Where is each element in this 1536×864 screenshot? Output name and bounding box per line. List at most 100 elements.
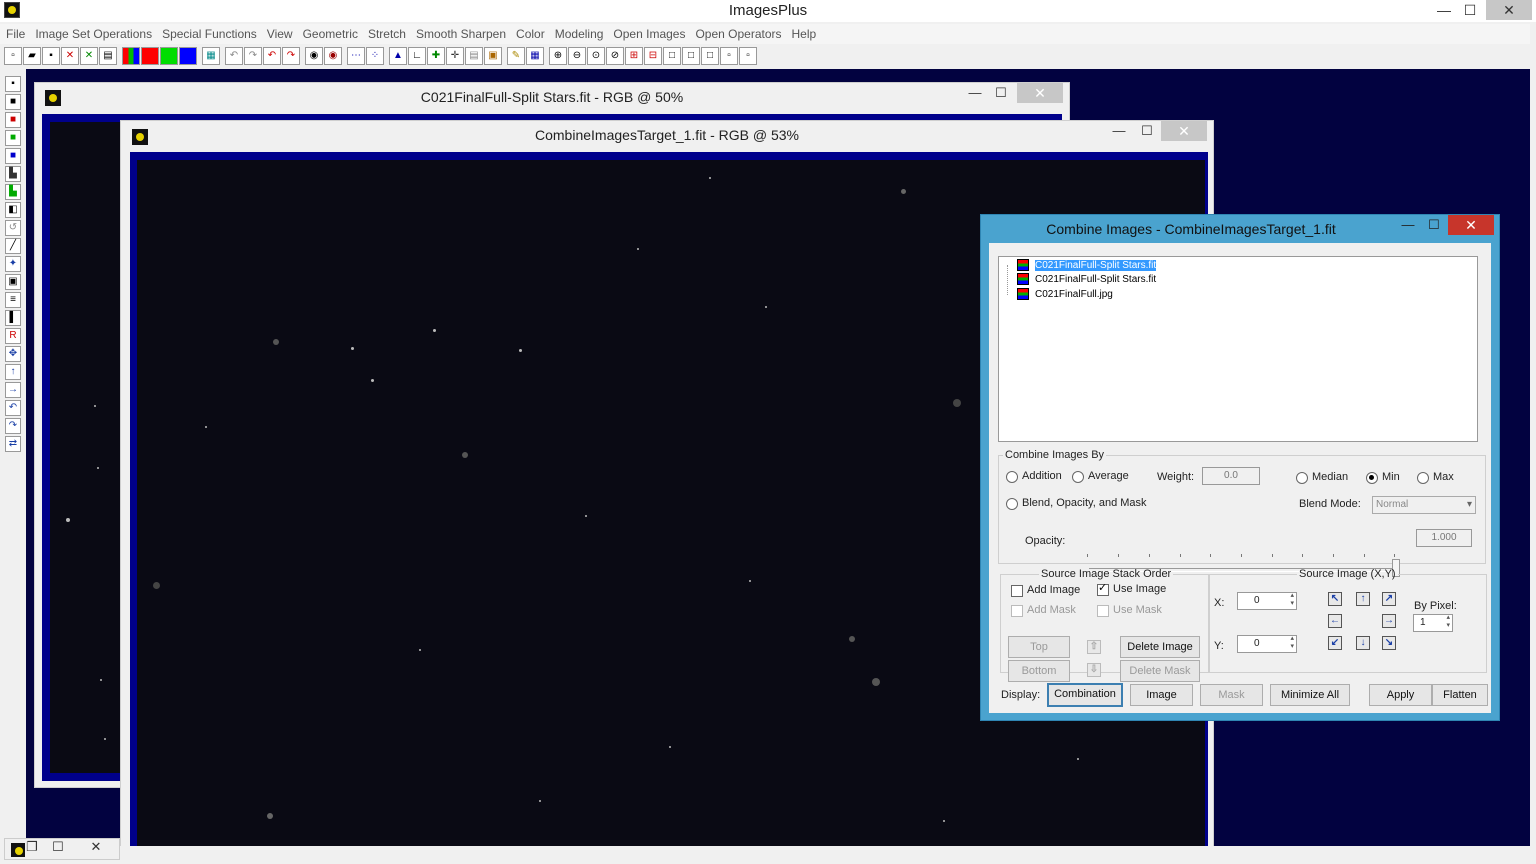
curve-icon[interactable]: ∟	[408, 47, 426, 65]
grid-view-icon[interactable]: ▦	[202, 47, 220, 65]
list-item[interactable]: C021FinalFull.jpg	[1015, 288, 1115, 301]
star-tool-icon[interactable]: ✦	[5, 256, 21, 272]
arrow-down-icon[interactable]: ↓	[1356, 636, 1370, 650]
image-list[interactable]: C021FinalFull-Split Stars.fit C021FinalF…	[998, 256, 1478, 442]
black-bar-icon[interactable]: ▌	[5, 310, 21, 326]
frame-small-icon[interactable]: □	[701, 47, 719, 65]
zoom-fit-icon[interactable]: ⊙	[587, 47, 605, 65]
min-radio[interactable]: Min	[1366, 471, 1400, 484]
close-all-icon[interactable]: ✕	[80, 47, 98, 65]
close-image-icon[interactable]: ✕	[61, 47, 79, 65]
histogram-icon[interactable]: ▲	[389, 47, 407, 65]
scatter-icon[interactable]: ⁘	[366, 47, 384, 65]
menu-image-set-operations[interactable]: Image Set Operations	[35, 24, 157, 44]
color-layers-icon[interactable]: ▙	[5, 184, 21, 200]
arrow-right-icon[interactable]: →	[5, 382, 21, 398]
use-mask-checkbox[interactable]: Use Mask	[1097, 604, 1162, 617]
weight-input[interactable]: 0.0	[1202, 467, 1260, 485]
crosshair-icon[interactable]: ✛	[446, 47, 464, 65]
top-button[interactable]: Top	[1008, 636, 1070, 658]
arrow-up-icon[interactable]: ↑	[1356, 592, 1370, 606]
flip-icon[interactable]: ⇄	[5, 436, 21, 452]
dialog-minimize-button[interactable]: —	[1398, 217, 1418, 232]
max-radio[interactable]: Max	[1417, 471, 1454, 484]
mask-red-icon[interactable]: ◉	[324, 47, 342, 65]
arrow-left-icon[interactable]: ←	[1328, 614, 1342, 628]
reset-icon[interactable]: R	[5, 328, 21, 344]
frame-medium-icon[interactable]: □	[682, 47, 700, 65]
menu-stretch[interactable]: Stretch	[368, 24, 411, 44]
table-icon[interactable]: ▤	[465, 47, 483, 65]
bw-icon[interactable]: ◧	[5, 202, 21, 218]
rgb-channels-icon[interactable]	[122, 47, 140, 65]
red-square-icon[interactable]: ■	[5, 112, 21, 128]
blend-radio[interactable]: Blend, Opacity, and Mask	[1006, 497, 1147, 510]
menu-geometric[interactable]: Geometric	[303, 24, 363, 44]
bottom-button[interactable]: Bottom	[1008, 660, 1070, 682]
line-tool-icon[interactable]: ╱	[5, 238, 21, 254]
blend-mode-select[interactable]: Normal	[1372, 496, 1476, 514]
minimize-all-button[interactable]: Minimize All	[1270, 684, 1350, 706]
save-icon[interactable]: ▪	[42, 47, 60, 65]
menu-color[interactable]: Color	[516, 24, 550, 44]
green-channel-icon[interactable]	[160, 47, 178, 65]
frame-large-icon[interactable]: □	[663, 47, 681, 65]
save-tool-icon[interactable]: ▪	[5, 76, 21, 92]
window-close-button[interactable]: ✕	[87, 839, 105, 855]
print-icon[interactable]: ▤	[99, 47, 117, 65]
window-minimize-button[interactable]: —	[1109, 123, 1129, 138]
mask-icon[interactable]: ◉	[305, 47, 323, 65]
grid-icon[interactable]: ▦	[526, 47, 544, 65]
dialog-maximize-button[interactable]: ☐	[1424, 217, 1444, 233]
window-close-button[interactable]: ✕	[1017, 83, 1063, 103]
x-spinner[interactable]: 0	[1237, 592, 1297, 610]
combine-images-dialog[interactable]: Combine Images - CombineImagesTarget_1.f…	[980, 214, 1500, 721]
add-mask-checkbox[interactable]: Add Mask	[1011, 604, 1076, 617]
zoom-actual-icon[interactable]: ⊘	[606, 47, 624, 65]
move-down-icon[interactable]: ⇩	[1087, 663, 1101, 677]
menu-view[interactable]: View	[267, 24, 298, 44]
app-maximize-button[interactable]: ☐	[1456, 0, 1484, 20]
arrow-up-left-icon[interactable]: ↖	[1328, 592, 1342, 606]
median-radio[interactable]: Median	[1296, 471, 1348, 484]
crosshair-green-icon[interactable]: ✚	[427, 47, 445, 65]
image-info-icon[interactable]: ▣	[484, 47, 502, 65]
window-close-button[interactable]: ✕	[1161, 121, 1207, 141]
arrow-right-icon[interactable]: →	[1382, 614, 1396, 628]
image-button[interactable]: Image	[1130, 684, 1193, 706]
lasso-icon[interactable]: ↺	[5, 220, 21, 236]
menu-special-functions[interactable]: Special Functions	[162, 24, 262, 44]
combination-button[interactable]: Combination	[1047, 683, 1123, 707]
mask-button[interactable]: Mask	[1200, 684, 1263, 706]
use-image-checkbox[interactable]: Use Image	[1097, 582, 1166, 596]
menu-file[interactable]: File	[6, 24, 30, 44]
select-box-icon[interactable]: ▣	[5, 274, 21, 290]
pencil-icon[interactable]: ✎	[507, 47, 525, 65]
apply-button[interactable]: Apply	[1369, 684, 1432, 706]
open-file-icon[interactable]: ▰	[23, 47, 41, 65]
menu-smooth-sharpen[interactable]: Smooth Sharpen	[416, 24, 511, 44]
window-maximize-button[interactable]: ☐	[49, 839, 67, 855]
arrow-down-right-icon[interactable]: ↘	[1382, 636, 1396, 650]
y-spinner[interactable]: 0	[1237, 635, 1297, 653]
average-radio[interactable]: Average	[1072, 470, 1129, 483]
bars-icon[interactable]: ≡	[5, 292, 21, 308]
delete-image-button[interactable]: Delete Image	[1120, 636, 1200, 658]
window-maximize-button[interactable]: ☐	[991, 85, 1011, 101]
zoom-in-icon[interactable]: ⊕	[549, 47, 567, 65]
flatten-button[interactable]: Flatten	[1432, 684, 1488, 706]
redo-all-icon[interactable]: ↷	[282, 47, 300, 65]
menu-open-operators[interactable]: Open Operators	[695, 24, 786, 44]
menu-help[interactable]: Help	[792, 24, 822, 44]
rotate-left-icon[interactable]: ↶	[5, 400, 21, 416]
dotted-line-icon[interactable]: ⋯	[347, 47, 365, 65]
move-icon[interactable]: ✥	[5, 346, 21, 362]
redo-icon[interactable]: ↷	[244, 47, 262, 65]
green-square-icon[interactable]: ■	[5, 130, 21, 146]
add-box-icon[interactable]: ⊞	[625, 47, 643, 65]
frame-smallest-icon[interactable]: ▫	[739, 47, 757, 65]
zoom-out-icon[interactable]: ⊖	[568, 47, 586, 65]
app-minimize-button[interactable]: —	[1430, 0, 1458, 20]
arrow-down-left-icon[interactable]: ↙	[1328, 636, 1342, 650]
menu-open-images[interactable]: Open Images	[613, 24, 690, 44]
